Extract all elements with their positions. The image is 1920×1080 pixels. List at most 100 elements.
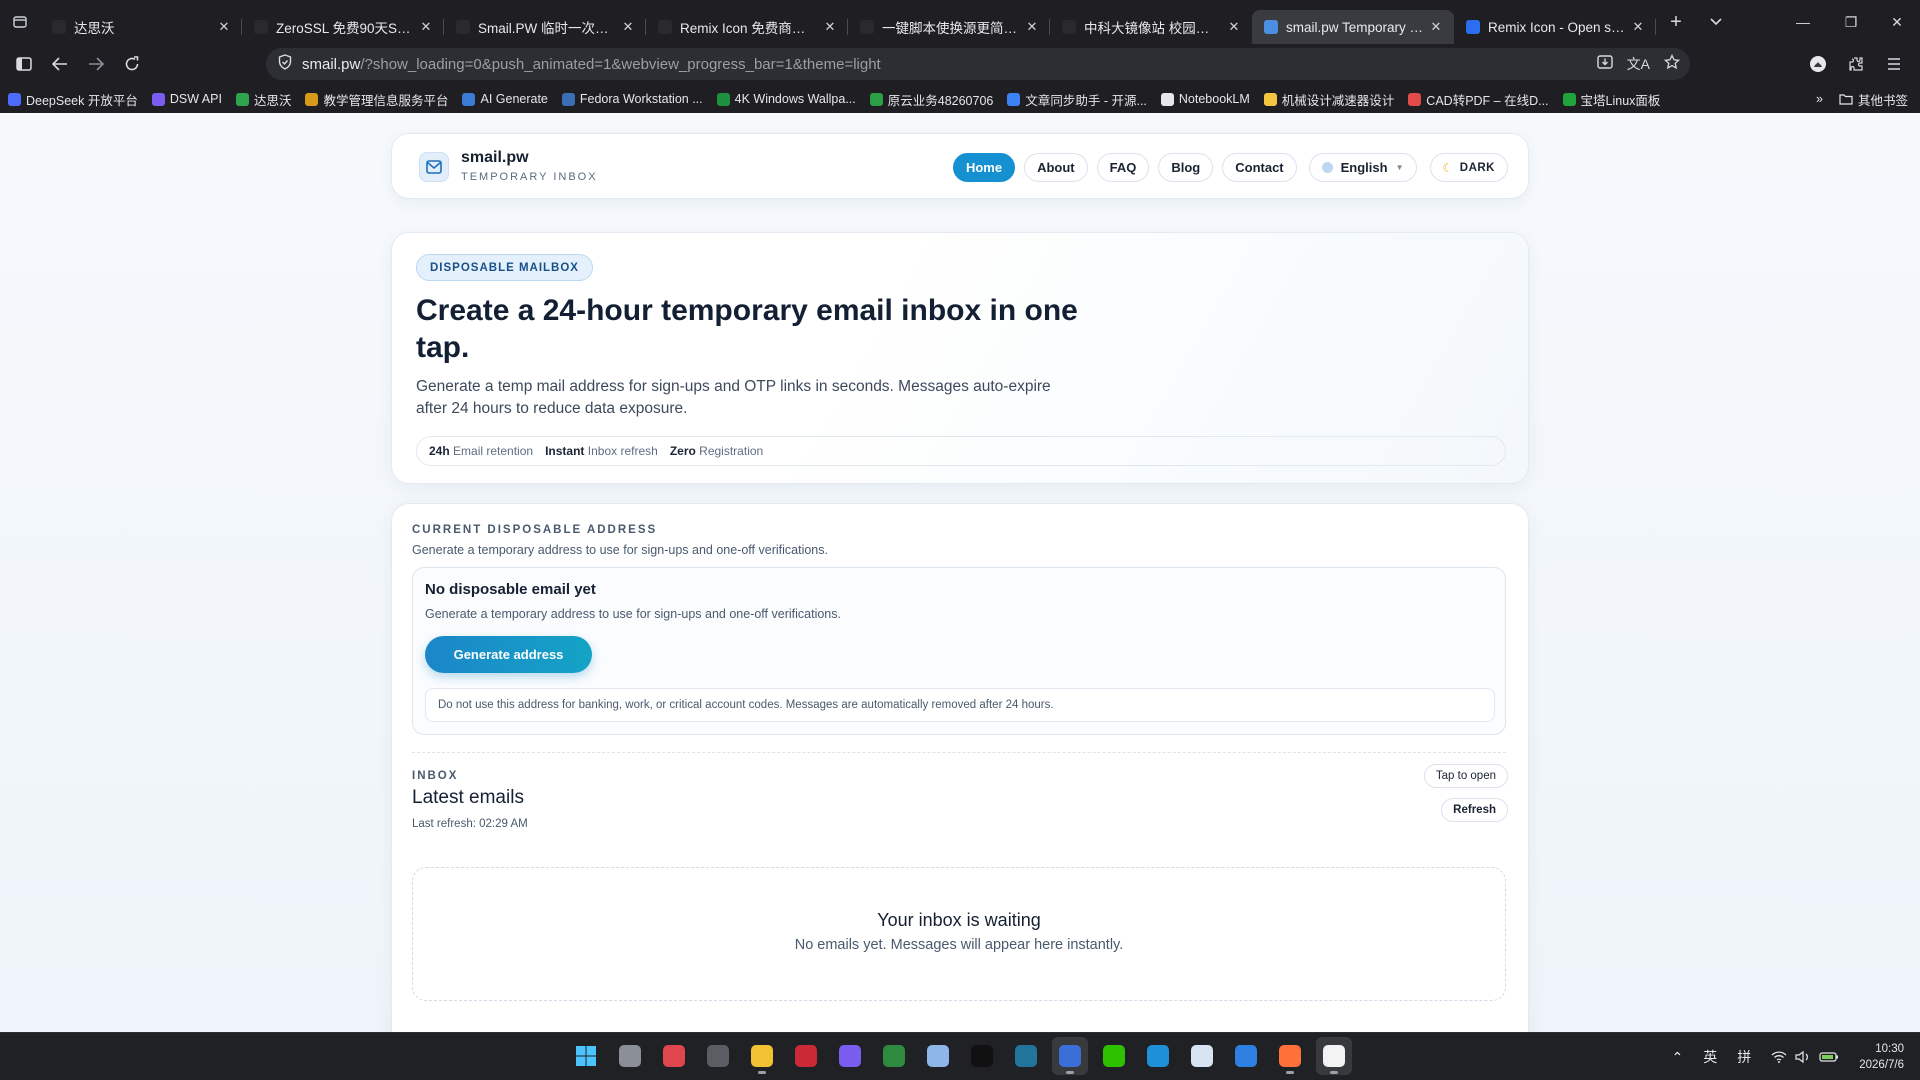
caret-down-icon: ▼: [1395, 163, 1404, 172]
nav-contact[interactable]: Contact: [1222, 153, 1297, 182]
forward-icon[interactable]: [78, 48, 114, 80]
bookmark-item[interactable]: AI Generate: [462, 92, 548, 106]
url-text[interactable]: smail.pw/?show_loading=0&push_animated=1…: [302, 56, 881, 73]
browser-tab[interactable]: 一键脚本使换源更简单 - Li ✕: [848, 10, 1050, 44]
taskbar-app-app-square[interactable]: [1140, 1037, 1176, 1075]
app-panda-icon: [1323, 1045, 1345, 1067]
browser-tab[interactable]: Remix Icon 免费商用全套图标 ✕: [646, 10, 848, 44]
refresh-button[interactable]: Refresh: [1441, 798, 1508, 822]
menu-icon[interactable]: [1876, 48, 1912, 80]
tab-close-icon[interactable]: ✕: [1428, 19, 1444, 35]
taskbar-app-app-avatar[interactable]: [1184, 1037, 1220, 1075]
browser-tab[interactable]: Remix Icon - Open source✕: [1454, 10, 1656, 44]
browser-tab[interactable]: smail.pw Temporary Email✕: [1252, 10, 1454, 44]
bookmark-item[interactable]: 教学管理信息服务平台: [305, 90, 448, 109]
stat-retention: 24h Email retention: [429, 444, 534, 458]
bookmark-star-icon[interactable]: [1663, 53, 1681, 75]
bookmark-item[interactable]: DSW API: [151, 92, 222, 106]
translate-icon[interactable]: 文A: [1627, 54, 1650, 75]
browser-tab[interactable]: Smail.PW 临时一次性邮箱 ✕: [444, 10, 646, 44]
taskbar-app-wordpress[interactable]: [1008, 1037, 1044, 1075]
close-window-icon[interactable]: ✕: [1874, 0, 1920, 44]
ime-language[interactable]: 英: [1703, 1047, 1717, 1067]
bookmark-label: 文章同步助手 - 开源...: [1025, 93, 1147, 108]
restore-icon[interactable]: ❐: [1828, 0, 1874, 44]
clock[interactable]: 10:30 2026/7/6: [1859, 1041, 1904, 1073]
more-bookmarks-icon[interactable]: »: [1816, 92, 1823, 106]
taskbar-app-app-colorful[interactable]: [920, 1037, 956, 1075]
nav-about[interactable]: About: [1024, 153, 1088, 182]
bookmark-item[interactable]: 4K Windows Wallpa...: [716, 92, 856, 106]
bookmark-favicon-icon: [305, 92, 319, 106]
reload-icon[interactable]: [114, 48, 150, 80]
bookmark-item[interactable]: Fedora Workstation ...: [561, 92, 703, 106]
taskbar-app-firefox[interactable]: [1272, 1037, 1308, 1075]
bookmark-label: NotebookLM: [1178, 92, 1250, 106]
tab-close-icon[interactable]: ✕: [1024, 19, 1040, 35]
taskbar-app-start[interactable]: [568, 1037, 604, 1075]
address-section-label: CURRENT DISPOSABLE ADDRESS: [412, 524, 658, 536]
nav-blog[interactable]: Blog: [1158, 153, 1214, 182]
brand[interactable]: smail.pw TEMPORARY INBOX: [461, 149, 598, 183]
bookmark-item[interactable]: NotebookLM: [1160, 92, 1250, 106]
start-icon: [575, 1045, 597, 1067]
install-app-icon[interactable]: [1596, 54, 1613, 75]
taskbar-app-app-purple[interactable]: [832, 1037, 868, 1075]
taskbar-app-tiktok[interactable]: [964, 1037, 1000, 1075]
browser-tab[interactable]: 中科大镜像站 校园网专属 ✕: [1050, 10, 1252, 44]
nav-home[interactable]: Home: [952, 153, 1016, 182]
tray-overflow-chevron-icon[interactable]: ⌃: [1672, 1049, 1684, 1066]
theme-toggle[interactable]: ☾ DARK: [1429, 153, 1508, 182]
bookmark-item[interactable]: CAD转PDF – 在线D...: [1408, 90, 1549, 109]
bookmark-favicon-icon: [1160, 92, 1174, 106]
sidebar-toggle-icon[interactable]: [6, 48, 42, 80]
language-select[interactable]: English ▼: [1308, 153, 1417, 182]
taskbar-app-app-cloud[interactable]: [1228, 1037, 1264, 1075]
usage-warning: Do not use this address for banking, wor…: [425, 688, 1495, 722]
taskbar-app-app-red[interactable]: [656, 1037, 692, 1075]
taskbar-app-app-obs[interactable]: [700, 1037, 736, 1075]
tab-title: 一键脚本使换源更简单 - Li: [882, 21, 1020, 36]
profile-icon[interactable]: [1800, 48, 1836, 80]
bookmark-item[interactable]: 机械设计减速器设计: [1263, 90, 1395, 109]
nav-faq[interactable]: FAQ: [1096, 153, 1150, 182]
minimize-icon[interactable]: —: [1780, 0, 1826, 44]
site-info-icon[interactable]: [278, 53, 292, 75]
tab-close-icon[interactable]: ✕: [620, 19, 636, 35]
extensions-icon[interactable]: [1838, 48, 1874, 80]
tab-close-icon[interactable]: ✕: [1630, 19, 1646, 35]
quick-settings[interactable]: [1771, 1050, 1839, 1064]
back-icon[interactable]: [42, 48, 78, 80]
tab-close-icon[interactable]: ✕: [418, 19, 434, 35]
taskbar-app-wechat[interactable]: [1096, 1037, 1132, 1075]
taskbar-app-file-explorer[interactable]: [744, 1037, 780, 1075]
address-bar[interactable]: smail.pw/?show_loading=0&push_animated=1…: [266, 48, 1690, 80]
taskbar-app-app-panda[interactable]: [1316, 1037, 1352, 1075]
mail-logo-icon[interactable]: [419, 152, 449, 182]
bookmark-item[interactable]: 宝塔Linux面板: [1562, 90, 1660, 109]
taskbar-app-app-blue[interactable]: [1052, 1037, 1088, 1075]
tab-close-icon[interactable]: ✕: [822, 19, 838, 35]
browser-tab[interactable]: ZeroSSL 免费90天SSL证书 ✕: [242, 10, 444, 44]
ime-mode[interactable]: 拼: [1737, 1047, 1751, 1067]
generate-address-button[interactable]: Generate address: [425, 636, 592, 673]
other-bookmarks-folder[interactable]: 其他书签: [1839, 90, 1908, 109]
bookmark-item[interactable]: 原云业务48260706: [869, 90, 993, 109]
browser-tab[interactable]: 达思沃 ✕: [40, 10, 242, 44]
taskbar-app-zotero[interactable]: [788, 1037, 824, 1075]
tab-list-chevron-icon[interactable]: [1696, 2, 1736, 42]
tab-close-icon[interactable]: ✕: [1226, 19, 1242, 35]
app-cloud-icon: [1235, 1045, 1257, 1067]
bookmark-label: 机械设计减速器设计: [1281, 93, 1395, 108]
bookmark-item[interactable]: DeepSeek 开放平台: [8, 90, 138, 109]
new-tab-button[interactable]: +: [1656, 2, 1696, 42]
taskbar-app-app-green[interactable]: [876, 1037, 912, 1075]
tab-close-icon[interactable]: ✕: [216, 19, 232, 35]
tab-actions-icon[interactable]: [0, 0, 40, 44]
bookmark-item[interactable]: 文章同步助手 - 开源...: [1007, 90, 1147, 109]
windows-taskbar: ⌃ 英 拼 10:30 2026/7/6: [0, 1032, 1920, 1080]
inbox-empty-state: Your inbox is waiting No emails yet. Mes…: [412, 867, 1506, 1001]
tab-title: 中科大镜像站 校园网专属: [1084, 21, 1222, 36]
taskbar-app-task-view[interactable]: [612, 1037, 648, 1075]
bookmark-item[interactable]: 达思沃: [235, 90, 291, 109]
